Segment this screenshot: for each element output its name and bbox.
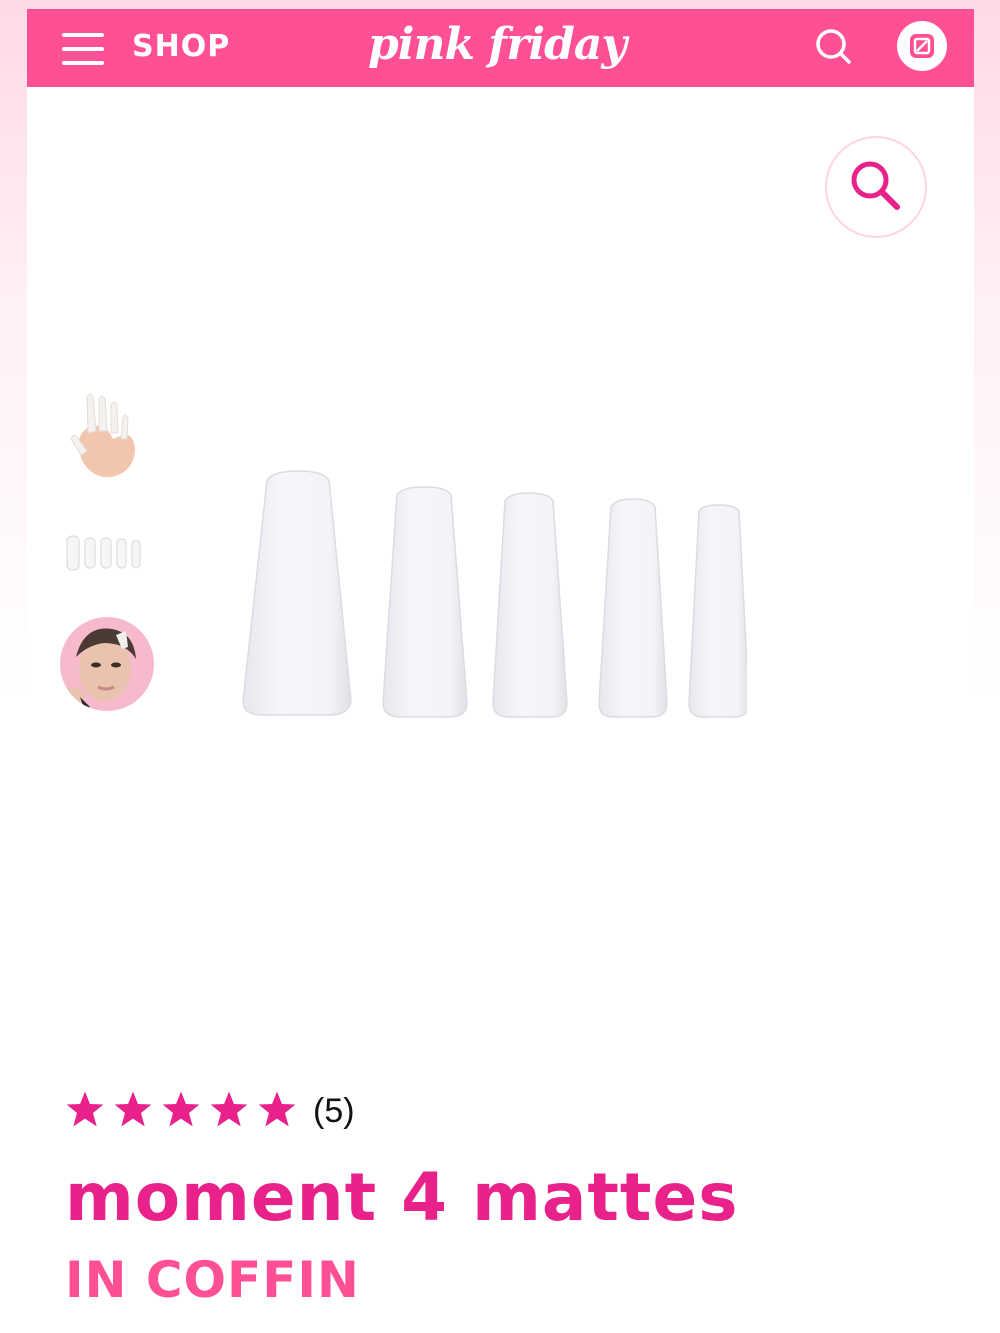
search-icon (816, 29, 851, 64)
menu-icon (62, 61, 104, 65)
top-navigation-bar: SHOP pink friday (27, 9, 974, 87)
model-portrait-thumbnail[interactable] (60, 617, 154, 711)
star-icon (114, 1091, 152, 1127)
hand-with-nails-thumbnail[interactable] (69, 389, 139, 479)
star-icon (66, 1091, 104, 1127)
zoom-button[interactable] (825, 136, 927, 238)
cart-icon (910, 34, 934, 58)
nail-set-thumbnail[interactable] (63, 534, 143, 574)
search-button[interactable] (812, 25, 856, 69)
product-shape-subtitle: IN COFFIN (65, 1251, 360, 1309)
cart-button[interactable] (897, 21, 947, 71)
menu-button[interactable] (62, 33, 106, 67)
star-icon (162, 1091, 200, 1127)
star-icon (258, 1091, 296, 1127)
star-icon (210, 1091, 248, 1127)
shop-link[interactable]: SHOP (132, 29, 230, 64)
product-title: moment 4 mattes (65, 1159, 739, 1236)
menu-icon (62, 33, 104, 37)
menu-icon (62, 47, 104, 51)
brand-logo[interactable]: pink friday (367, 19, 627, 70)
magnifier-icon (851, 161, 900, 210)
product-page: SHOP pink friday (5) moment 4 mattes IN … (27, 9, 974, 1333)
product-rating[interactable]: (5) (65, 1089, 465, 1139)
review-count[interactable]: (5) (313, 1092, 355, 1131)
five-white-coffin-nails (207, 449, 750, 739)
